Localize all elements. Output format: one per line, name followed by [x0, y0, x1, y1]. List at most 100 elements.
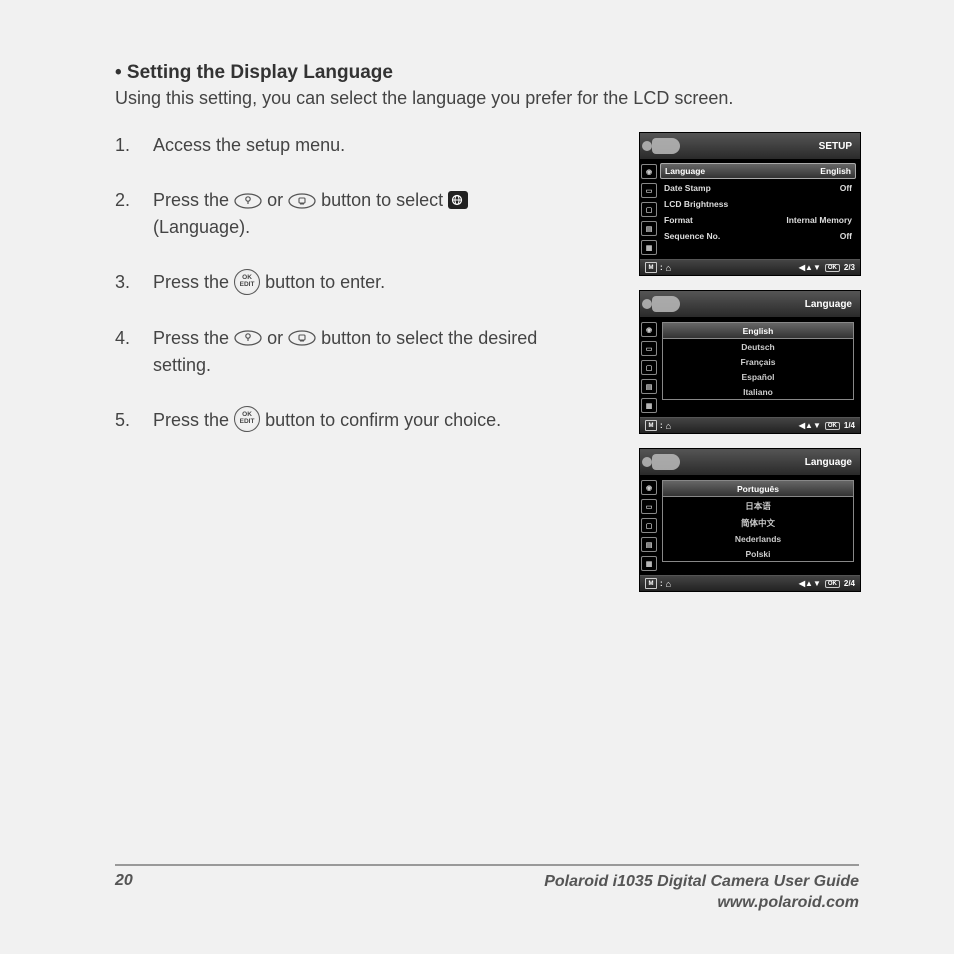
text-fragment: or	[267, 190, 288, 210]
footer-left-icons: M : ⌂	[645, 262, 671, 273]
section-heading: • Setting the Display Language	[115, 62, 859, 84]
language-option[interactable]: 日本语	[663, 497, 853, 514]
language-box: English Deutsch Français Español Italian…	[662, 322, 854, 400]
nav-arrows-icon: ◀▲▼	[799, 421, 821, 430]
m-icon: M	[645, 420, 657, 431]
step-text: Press the or button to select the desire…	[153, 325, 553, 379]
language-option[interactable]: Deutsch	[663, 339, 853, 354]
lcd-screen-language-2: Language ◉ ▭ ▢ ▤ ▦ Português 日本语 简	[639, 448, 861, 592]
menu-icon: ▢	[641, 518, 657, 533]
language-option[interactable]: Nederlands	[663, 531, 853, 546]
text-fragment: or	[267, 328, 288, 348]
text-fragment: Press the	[153, 410, 234, 430]
menu-icon: ▭	[641, 183, 657, 198]
row-value: English	[820, 166, 851, 176]
section-intro: Using this setting, you can select the l…	[115, 86, 859, 110]
setup-row-language[interactable]: Language English	[660, 163, 856, 179]
row-value: Off	[840, 183, 852, 193]
language-option[interactable]: Polski	[663, 546, 853, 561]
language-option[interactable]: Italiano	[663, 384, 853, 399]
colon: :	[660, 579, 663, 588]
text-fragment: button to enter.	[265, 272, 385, 292]
lcd-language-list: Português 日本语 简体中文 Nederlands Polski	[658, 476, 860, 575]
up-button-icon	[234, 330, 262, 346]
menu-icon: ▦	[641, 556, 657, 571]
home-icon: ⌂	[666, 421, 671, 431]
page-indicator: 2/3	[844, 263, 855, 272]
footer-nav: ◀▲▼ OK 2/4	[799, 579, 855, 588]
step-text: Access the setup menu.	[153, 132, 553, 159]
lcd-body: ◉ ▭ ▢ ▤ ▦ Language English Date Stamp	[640, 160, 860, 259]
colon: :	[660, 421, 663, 430]
text-fragment: Press the	[153, 328, 234, 348]
menu-icon: ◉	[641, 322, 657, 337]
text-fragment: button to select	[321, 190, 448, 210]
lcd-screens: SETUP ◉ ▭ ▢ ▤ ▦ Language English	[639, 132, 859, 606]
camera-icon	[652, 138, 680, 154]
step-2: 2. Press the or button to select (Langua	[115, 187, 619, 241]
row-label: Sequence No.	[664, 231, 720, 241]
footer-title: Polaroid i1035 Digital Camera User Guide	[544, 873, 859, 890]
language-icon	[448, 191, 468, 209]
content-row: 1. Access the setup menu. 2. Press the o…	[115, 132, 859, 606]
page-indicator: 2/4	[844, 579, 855, 588]
step-5: 5. Press the button to confirm your choi…	[115, 407, 619, 434]
lcd-title: SETUP	[819, 141, 854, 152]
colon: :	[660, 263, 663, 272]
row-label: Format	[664, 215, 693, 225]
menu-icon: ▭	[641, 341, 657, 356]
step-3: 3. Press the button to enter.	[115, 269, 619, 296]
step-number: 4.	[115, 325, 153, 379]
setup-row-lcd-brightness[interactable]: LCD Brightness	[660, 196, 856, 212]
up-button-icon	[234, 193, 262, 209]
step-text: Press the button to enter.	[153, 269, 553, 296]
nav-arrows-icon: ◀▲▼	[799, 579, 821, 588]
menu-icon: ▤	[641, 221, 657, 236]
menu-icon: ▭	[641, 499, 657, 514]
language-option[interactable]: Português	[663, 481, 853, 497]
page-number: 20	[115, 872, 133, 914]
lcd-language-list: English Deutsch Français Español Italian…	[658, 318, 860, 417]
footer-nav: ◀▲▼ OK 2/3	[799, 263, 855, 272]
ok-icon: OK	[825, 580, 840, 588]
row-label: Language	[665, 166, 705, 176]
language-option[interactable]: Español	[663, 369, 853, 384]
row-label: LCD Brightness	[664, 199, 728, 209]
steps-list: 1. Access the setup menu. 2. Press the o…	[115, 132, 639, 606]
lcd-rows: Language English Date Stamp Off LCD Brig…	[658, 160, 860, 259]
footer-url: www.polaroid.com	[717, 894, 859, 911]
footer-nav: ◀▲▼ OK 1/4	[799, 421, 855, 430]
menu-icon: ▤	[641, 379, 657, 394]
text-fragment: Press the	[153, 272, 234, 292]
lcd-body: ◉ ▭ ▢ ▤ ▦ Português 日本语 简体中文 Nederlands …	[640, 476, 860, 575]
lcd-title: Language	[805, 299, 854, 310]
setup-row-format[interactable]: Format Internal Memory	[660, 212, 856, 228]
setup-row-sequence-no[interactable]: Sequence No. Off	[660, 228, 856, 244]
step-1: 1. Access the setup menu.	[115, 132, 619, 159]
menu-icon: ▦	[641, 240, 657, 255]
lcd-screen-language-1: Language ◉ ▭ ▢ ▤ ▦ English Deutsch	[639, 290, 861, 434]
text-fragment: Press the	[153, 190, 234, 210]
text-fragment: button to confirm your choice.	[265, 410, 501, 430]
lcd-header: Language	[640, 449, 860, 476]
m-icon: M	[645, 578, 657, 589]
step-4: 4. Press the or button to select the des…	[115, 325, 619, 379]
row-value: Internal Memory	[786, 215, 852, 225]
language-option[interactable]: English	[663, 323, 853, 339]
menu-icon: ▢	[641, 360, 657, 375]
down-button-icon	[288, 330, 316, 346]
language-option[interactable]: Français	[663, 354, 853, 369]
ok-edit-button-icon	[234, 269, 260, 295]
ok-icon: OK	[825, 422, 840, 430]
step-text: Press the button to confirm your choice.	[153, 407, 553, 434]
language-box: Português 日本语 简体中文 Nederlands Polski	[662, 480, 854, 562]
setup-row-date-stamp[interactable]: Date Stamp Off	[660, 180, 856, 196]
step-number: 3.	[115, 269, 153, 296]
language-option[interactable]: 简体中文	[663, 514, 853, 531]
home-icon: ⌂	[666, 579, 671, 589]
m-icon: M	[645, 262, 657, 273]
lcd-header: SETUP	[640, 133, 860, 160]
menu-icon: ▤	[641, 537, 657, 552]
menu-icon: ▦	[641, 398, 657, 413]
lcd-icon-column: ◉ ▭ ▢ ▤ ▦	[640, 476, 658, 575]
